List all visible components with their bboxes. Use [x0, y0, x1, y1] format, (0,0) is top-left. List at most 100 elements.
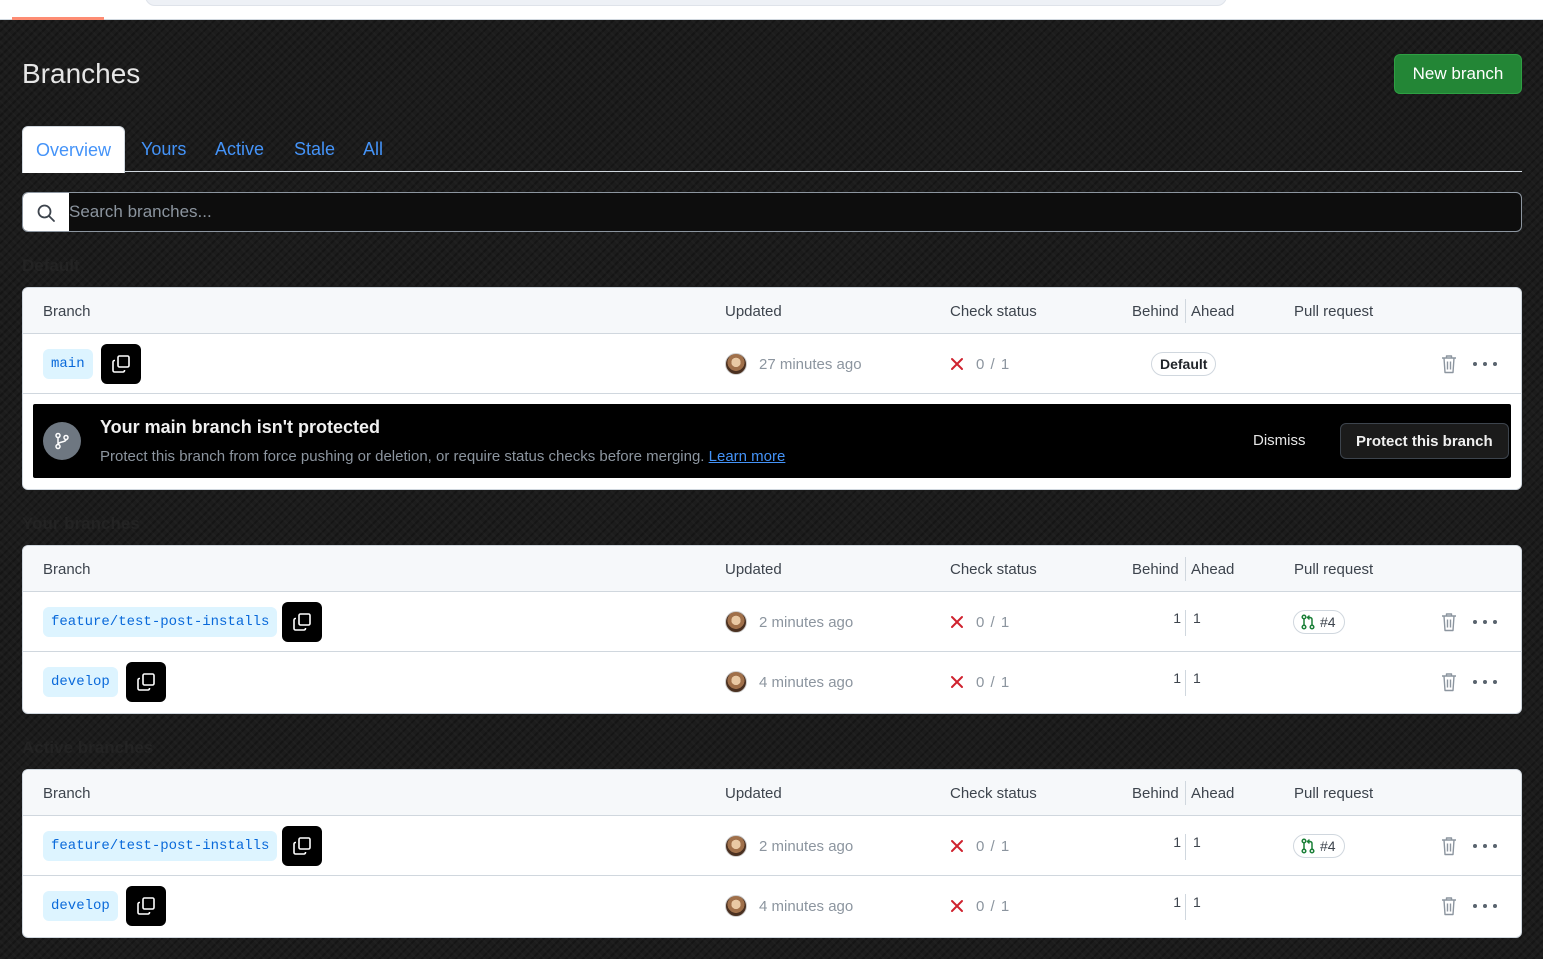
more-options-icon[interactable]	[1473, 671, 1497, 693]
ahead-count: 1	[1193, 834, 1201, 850]
behind-ahead-divider	[1185, 557, 1186, 581]
table-header: Branch Updated Check status Behind Ahead…	[23, 546, 1521, 592]
table-row: main 27 minutes ago 0 / 1 Default	[23, 334, 1521, 394]
avatar[interactable]	[725, 835, 747, 857]
trash-icon[interactable]	[1439, 611, 1459, 633]
learn-more-link[interactable]: Learn more	[709, 448, 786, 465]
banner-description: Protect this branch from force pushing o…	[100, 448, 785, 465]
pull-request-number: #4	[1320, 614, 1336, 630]
table-row: feature/test-post-installs 2 minutes ago…	[23, 816, 1521, 876]
more-options-icon[interactable]	[1473, 835, 1497, 857]
col-check-status: Check status	[950, 560, 1037, 578]
copy-icon[interactable]	[126, 662, 166, 702]
col-updated: Updated	[725, 784, 782, 802]
tab-overview[interactable]: Overview	[22, 126, 125, 173]
check-status-count[interactable]: 0 / 1	[976, 652, 1010, 712]
banner-title: Your main branch isn't protected	[100, 417, 380, 437]
tab-active[interactable]: Active	[215, 126, 264, 172]
search-box	[22, 192, 1522, 232]
updated-time: 4 minutes ago	[759, 897, 854, 915]
avatar[interactable]	[725, 611, 747, 633]
pull-request-badge[interactable]: #4	[1293, 834, 1345, 858]
tab-stale[interactable]: Stale	[294, 126, 335, 172]
banner-description-text: Protect this branch from force pushing o…	[100, 448, 705, 465]
your-branches-table: Branch Updated Check status Behind Ahead…	[22, 545, 1522, 714]
git-branch-icon	[43, 422, 81, 460]
col-branch: Branch	[43, 784, 91, 802]
col-branch: Branch	[43, 302, 91, 320]
x-fail-icon	[951, 358, 963, 370]
col-ahead: Ahead	[1191, 784, 1235, 802]
page-title: Branches	[22, 58, 141, 89]
branch-name-link[interactable]: feature/test-post-installs	[43, 831, 278, 861]
behind-ahead-bar	[1185, 894, 1186, 920]
branch-name-link[interactable]: main	[43, 349, 93, 379]
x-fail-icon	[951, 900, 963, 912]
check-status-count[interactable]: 0 / 1	[976, 876, 1010, 936]
copy-icon[interactable]	[126, 886, 166, 926]
table-row: develop 4 minutes ago 0 / 1 1 1	[23, 652, 1521, 712]
trash-icon[interactable]	[1439, 835, 1459, 857]
trash-icon[interactable]	[1439, 353, 1459, 375]
col-behind: Behind	[1132, 560, 1179, 578]
trash-icon[interactable]	[1439, 895, 1459, 917]
behind-ahead-bar	[1185, 834, 1186, 860]
table-row: feature/test-post-installs 2 minutes ago…	[23, 592, 1521, 652]
behind-count: 1	[1173, 610, 1181, 626]
trash-icon[interactable]	[1439, 671, 1459, 693]
protection-banner: Your main branch isn't protected Protect…	[33, 404, 1511, 478]
search-icon	[23, 193, 69, 231]
col-check-status: Check status	[950, 302, 1037, 320]
col-branch: Branch	[43, 560, 91, 578]
copy-icon[interactable]	[282, 602, 322, 642]
more-options-icon[interactable]	[1473, 353, 1497, 375]
pull-request-icon	[1301, 838, 1315, 854]
avatar[interactable]	[725, 353, 747, 375]
col-updated: Updated	[725, 560, 782, 578]
col-pull-request: Pull request	[1294, 784, 1374, 802]
tab-all[interactable]: All	[363, 126, 383, 172]
tab-yours[interactable]: Yours	[141, 126, 186, 172]
table-header: Branch Updated Check status Behind Ahead…	[23, 288, 1521, 334]
check-status-count[interactable]: 0 / 1	[976, 816, 1010, 876]
x-fail-icon	[951, 676, 963, 688]
branch-name-link[interactable]: develop	[43, 667, 118, 697]
section-heading-active: Active branches	[22, 738, 154, 757]
search-input[interactable]	[69, 193, 1521, 231]
updated-time: 4 minutes ago	[759, 673, 854, 691]
new-branch-button[interactable]: New branch	[1394, 54, 1522, 94]
pull-request-badge[interactable]: #4	[1293, 610, 1345, 634]
col-behind: Behind	[1132, 302, 1179, 320]
updated-time: 2 minutes ago	[759, 837, 854, 855]
behind-ahead-bar	[1185, 610, 1186, 636]
behind-count: 1	[1173, 894, 1181, 910]
table-row: develop 4 minutes ago 0 / 1 1 1	[23, 876, 1521, 936]
behind-count: 1	[1173, 834, 1181, 850]
col-pull-request: Pull request	[1294, 302, 1374, 320]
more-options-icon[interactable]	[1473, 895, 1497, 917]
behind-ahead-divider	[1185, 299, 1186, 323]
branch-name-link[interactable]: develop	[43, 891, 118, 921]
ahead-count: 1	[1193, 670, 1201, 686]
check-status-count[interactable]: 0 / 1	[976, 334, 1010, 394]
ahead-count: 1	[1193, 894, 1201, 910]
updated-time: 27 minutes ago	[759, 355, 862, 373]
branch-name-link[interactable]: feature/test-post-installs	[43, 607, 278, 637]
address-bar[interactable]	[145, 0, 1227, 6]
default-branch-table: Branch Updated Check status Behind Ahead…	[22, 287, 1522, 490]
avatar[interactable]	[725, 671, 747, 693]
avatar[interactable]	[725, 895, 747, 917]
check-status-count[interactable]: 0 / 1	[976, 592, 1010, 652]
behind-count: 1	[1173, 670, 1181, 686]
behind-ahead-bar	[1185, 670, 1186, 696]
col-updated: Updated	[725, 302, 782, 320]
copy-icon[interactable]	[101, 344, 141, 384]
pull-request-icon	[1301, 614, 1315, 630]
copy-icon[interactable]	[282, 826, 322, 866]
more-options-icon[interactable]	[1473, 611, 1497, 633]
x-fail-icon	[951, 840, 963, 852]
branch-filter-tabs: Overview Yours Active Stale All	[22, 126, 1522, 173]
protect-branch-button[interactable]: Protect this branch	[1340, 423, 1509, 459]
dismiss-button[interactable]: Dismiss	[1243, 423, 1316, 457]
col-behind: Behind	[1132, 784, 1179, 802]
